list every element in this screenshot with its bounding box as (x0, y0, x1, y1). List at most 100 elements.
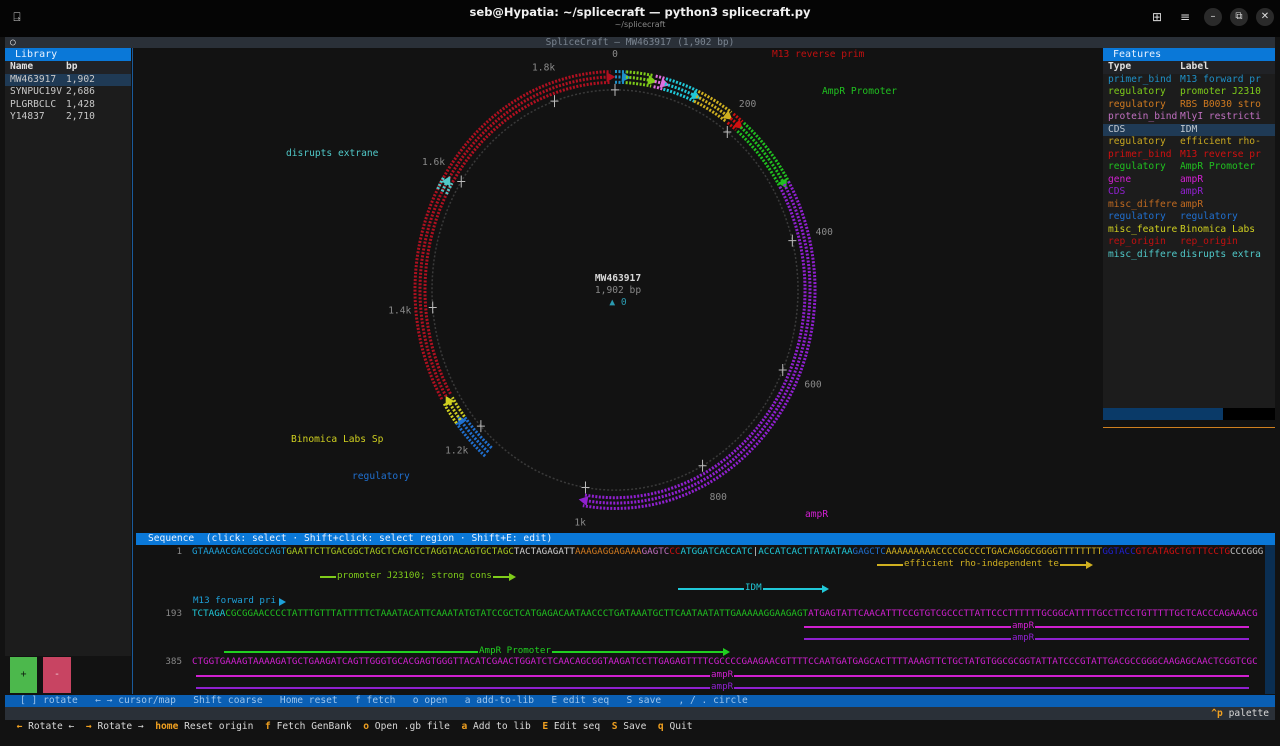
sequence-segment[interactable]: CGCGGAACCCCTATTTGTTTATTTTTCTAAATACATTCAA… (225, 608, 808, 619)
library-row[interactable]: SYNPUC19V2,686 (5, 86, 131, 99)
feature-label-m13-reverse[interactable]: M13 reverse prim (772, 49, 864, 60)
feature-label-ampr-promoter[interactable]: AmpR Promoter (822, 86, 897, 97)
features-scrollbar[interactable] (1103, 408, 1275, 420)
sequence-segment[interactable]: GAGTC (642, 546, 670, 557)
annotation-idm[interactable]: IDM (678, 588, 823, 590)
sequence-segment[interactable]: ATGGATCACCATC (680, 546, 752, 557)
sequence-line[interactable]: TCTAGACGCGGAACCCCTATTTGTTTATTTTTCTAAATAC… (192, 608, 1258, 620)
feature-row[interactable]: protein_bindMlyI restricti (1103, 111, 1275, 124)
palette-button[interactable]: ^p palette (1211, 707, 1269, 720)
annotation-label: IDM (744, 582, 763, 594)
tick-mark (582, 482, 590, 494)
restore-button[interactable]: ⧉ (1230, 8, 1248, 26)
feature-row[interactable]: misc_featureBinomica Labs (1103, 224, 1275, 237)
feature-type: protein_bind (1103, 111, 1180, 124)
feature-type: regulatory (1103, 161, 1180, 174)
feature-arc[interactable] (663, 89, 694, 101)
annotation-label: AmpR Promoter (478, 645, 552, 657)
feature-row[interactable]: geneampR (1103, 174, 1275, 187)
feature-row[interactable]: regulatoryefficient rho- (1103, 136, 1275, 149)
feature-arc[interactable] (583, 181, 815, 508)
library-row[interactable]: Y148372,710 (5, 111, 131, 124)
tick-mark (611, 84, 619, 96)
add-button[interactable]: + (10, 657, 37, 693)
feature-row[interactable]: regulatoryregulatory (1103, 211, 1275, 224)
annotation-ampr-gene[interactable]: ampR (804, 626, 1249, 628)
features-header-row: Type Label (1103, 61, 1275, 74)
feature-row[interactable]: rep_originrep_origin (1103, 236, 1275, 249)
sequence-segment[interactable]: AAAAAAAAACCCCGCCCCTGACAGGGCGGGGTTTTTTTT (886, 546, 1102, 557)
sequence-segment[interactable]: CCCGGG (1230, 546, 1263, 557)
minimize-button[interactable]: – (1204, 8, 1222, 26)
feature-row[interactable]: misc_differedisrupts extra (1103, 249, 1275, 262)
annotation-ampr-gene[interactable]: ampR (196, 675, 1249, 677)
tick-label: 0 (612, 49, 618, 60)
feature-arc[interactable] (425, 82, 611, 393)
plasmid-map[interactable]: 02004006008001k1.2k1.4k1.6k1.8k MW463917… (136, 48, 1100, 532)
sequence-segment[interactable]: GTCATAGCTGTTTCCTG (1136, 546, 1230, 557)
feature-type: primer_bind (1103, 149, 1180, 162)
library-row[interactable]: PLGRBCLC1,428 (5, 99, 131, 112)
app-title: SpliceCraft — MW463917 (1,902 bp) (5, 37, 1275, 48)
feature-arc[interactable] (698, 91, 731, 112)
feature-arc[interactable] (744, 123, 789, 181)
feature-row[interactable]: misc_differeampR (1103, 199, 1275, 212)
feature-label: M13 reverse pr (1180, 149, 1261, 162)
feature-label-disrupts[interactable]: disrupts extrane (286, 148, 378, 159)
feature-row[interactable]: CDSampR (1103, 186, 1275, 199)
feature-arc[interactable] (452, 397, 464, 416)
feature-arc[interactable] (464, 417, 491, 448)
feature-label: M13 forward pr (1180, 74, 1261, 87)
close-button[interactable]: ✕ (1256, 8, 1274, 26)
feature-row[interactable]: regulatorypromoter J2310 (1103, 86, 1275, 99)
sequence-segment[interactable]: CTGGTGAAAGTAAAAGATGCTGAAGATCAGTTGGGTGCAC… (192, 656, 1258, 667)
feature-arc[interactable] (415, 72, 610, 400)
keybindings-bar: [ ] rotate ← → cursor/map Shift coarse H… (5, 695, 1275, 707)
feature-type: misc_differe (1103, 199, 1180, 212)
sequence-segment[interactable]: CC (669, 546, 680, 557)
feature-arc[interactable] (420, 77, 611, 397)
divider (132, 48, 133, 694)
sequence-segment[interactable]: GGTACC (1102, 546, 1135, 557)
feature-arc[interactable] (584, 187, 805, 498)
feature-label-ampr[interactable]: ampR (805, 509, 828, 520)
sequence-segment[interactable]: TACTAGAGATT (514, 546, 575, 557)
annotation-ampr-cds[interactable]: ampR (196, 687, 1249, 689)
sequence-panel[interactable]: 1GTAAAACGACGGCCAGTGAATTCTTGACGGCTAGCTCAG… (136, 545, 1275, 694)
feature-arc[interactable] (584, 184, 810, 503)
sequence-segment[interactable]: ACCATCACTTATAATAA (758, 546, 852, 557)
annotation-m13-forward[interactable]: M13 forward pri (192, 601, 280, 603)
tick-mark (779, 364, 787, 376)
feature-arc[interactable] (626, 72, 653, 76)
sequence-segment[interactable]: TCTAGA (192, 608, 225, 619)
annotation-promoter[interactable]: promoter J23100; strong cons (320, 576, 510, 578)
feature-row[interactable]: primer_bindM13 forward pr (1103, 74, 1275, 87)
remove-button[interactable]: - (43, 657, 71, 693)
feature-row[interactable]: regulatoryRBS B0030 stro (1103, 99, 1275, 112)
sequence-segment[interactable]: GAGCTC (853, 546, 886, 557)
window-title: seb@Hypatia: ~/splicecraft — python3 spl… (0, 5, 1280, 19)
sequence-scrollbar[interactable] (1265, 545, 1275, 694)
annotation-label: promoter J23100; strong cons (336, 570, 493, 582)
sequence-segment[interactable]: GTAAAACGACGGCCAGT (192, 546, 286, 557)
feature-label-binomica[interactable]: Binomica Labs Sp (291, 434, 383, 445)
grid-icon[interactable]: ⊞ (1148, 8, 1166, 26)
sequence-line[interactable]: GTAAAACGACGGCCAGTGAATTCTTGACGGCTAGCTCAGT… (192, 546, 1263, 558)
feature-arc[interactable] (741, 127, 785, 184)
feature-row[interactable]: regulatoryAmpR Promoter (1103, 161, 1275, 174)
feature-row[interactable]: CDSIDM (1103, 124, 1275, 137)
sequence-line[interactable]: CTGGTGAAAGTAAAAGATGCTGAAGATCAGTTGGGTGCAC… (192, 656, 1258, 668)
annotation-terminator[interactable]: efficient rho-independent te (877, 564, 1087, 566)
menu-icon[interactable]: ≡ (1176, 8, 1194, 26)
sequence-segment[interactable]: GAATTCTTGACGGCTAGCTCAGTCCTAGGTACAGTGCTAG… (286, 546, 514, 557)
window-subtitle: ~/splicecraft (0, 20, 1280, 29)
sequence-segment[interactable]: ATGAGTATTCAACATTTCCGTGTCGCCCTTATTCCCTTTT… (808, 608, 1258, 619)
feature-row[interactable]: primer_bindM13 reverse pr (1103, 149, 1275, 162)
library-row[interactable]: MW4639171,902 (5, 74, 131, 87)
feature-arc[interactable] (656, 76, 666, 79)
annotation-ampr-cds[interactable]: ampR (804, 638, 1249, 640)
annotation-ampr-promoter[interactable]: AmpR Promoter (224, 651, 724, 653)
feature-label-regulatory[interactable]: regulatory (352, 471, 410, 482)
sequence-segment[interactable]: AAAGAGGAGAAA (575, 546, 642, 557)
scrollbar-thumb[interactable] (1103, 408, 1223, 420)
